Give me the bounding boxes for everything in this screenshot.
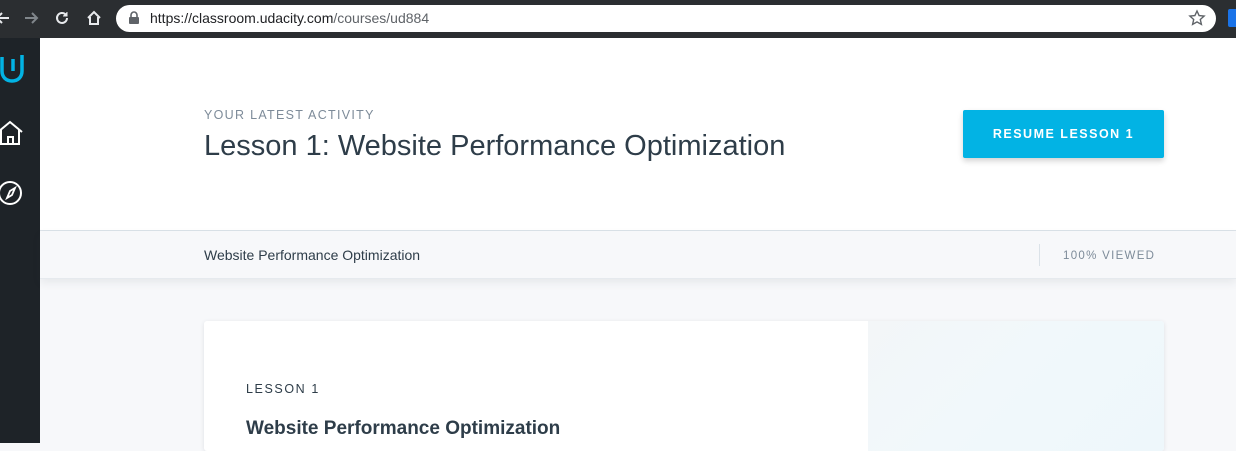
page-title: Lesson 1: Website Performance Optimizati… <box>204 130 786 162</box>
lesson-title: Website Performance Optimization <box>246 418 561 439</box>
left-sidebar <box>0 38 40 443</box>
course-name: Website Performance Optimization <box>204 247 421 263</box>
resume-lesson-button[interactable]: RESUME LESSON 1 <box>963 110 1164 158</box>
latest-activity-hero: YOUR LATEST ACTIVITY Lesson 1: Website P… <box>40 38 1236 231</box>
extension-icon[interactable] <box>1228 9 1236 27</box>
home-icon <box>0 120 23 145</box>
url-path: /courses/ud884 <box>333 10 430 26</box>
home-icon <box>87 10 101 25</box>
arrow-right-icon <box>25 12 39 24</box>
latest-activity-label: YOUR LATEST ACTIVITY <box>204 108 375 122</box>
lesson-number: LESSON 1 <box>246 382 320 396</box>
forward-button[interactable] <box>20 7 42 29</box>
star-icon[interactable] <box>1188 9 1206 27</box>
lock-icon <box>129 11 139 24</box>
home-button[interactable] <box>83 7 105 29</box>
divider <box>1039 244 1040 266</box>
reload-button[interactable] <box>51 7 73 29</box>
viewed-status: 100% VIEWED <box>1063 250 1156 262</box>
address-bar[interactable]: https://classroom.udacity.com/courses/ud… <box>116 5 1216 32</box>
browser-toolbar: https://classroom.udacity.com/courses/ud… <box>0 0 1236 38</box>
course-progress-bar: Website Performance Optimization 100% VI… <box>40 231 1236 279</box>
rail-home-link[interactable] <box>0 113 40 153</box>
lesson-card[interactable]: LESSON 1 Website Performance Optimizatio… <box>204 321 1164 451</box>
lesson-card-illustration <box>868 321 1164 451</box>
url-text: https://classroom.udacity.com/courses/ud… <box>150 10 429 26</box>
arrow-left-icon <box>0 12 9 24</box>
compass-icon <box>0 181 22 205</box>
url-host: https://classroom.udacity.com <box>150 10 334 26</box>
back-button[interactable] <box>0 7 14 29</box>
udacity-logo-icon <box>0 55 24 83</box>
rail-explore-link[interactable] <box>0 173 40 213</box>
reload-icon <box>56 11 68 24</box>
udacity-logo-link[interactable] <box>0 50 40 90</box>
